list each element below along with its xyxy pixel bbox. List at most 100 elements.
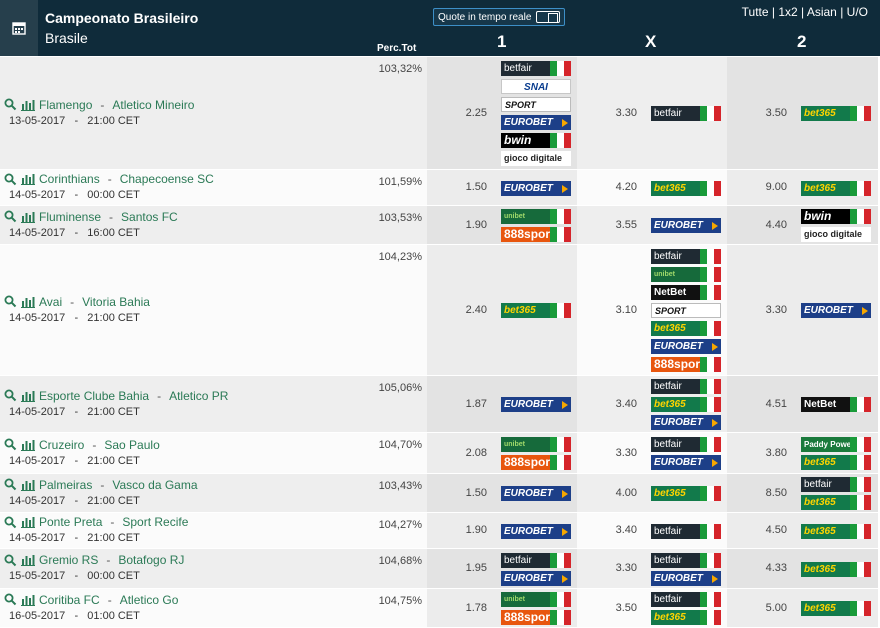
bookmaker-logo[interactable]: 888sport.it (501, 227, 571, 242)
toggle-switch-icon[interactable] (536, 11, 561, 23)
bookmaker-logo[interactable]: SPORT (501, 97, 571, 112)
bookmaker-logo[interactable]: betfair (651, 552, 721, 568)
bookmaker-logo[interactable]: bet365 (651, 486, 721, 501)
bookmaker-logo[interactable]: bet365 (651, 321, 721, 336)
search-icon[interactable] (4, 554, 17, 567)
bookmaker-logo[interactable]: betfair (651, 379, 721, 394)
odds-value[interactable]: 1.90 (447, 219, 487, 231)
bookmaker-logo[interactable]: EUROBET (651, 570, 721, 586)
bookmaker-logo[interactable]: EUROBET (501, 570, 571, 586)
bookmaker-logo[interactable]: bwin (501, 133, 571, 148)
stats-chart-icon[interactable] (21, 594, 35, 606)
home-team-link[interactable]: Fluminense (39, 210, 101, 224)
stats-chart-icon[interactable] (21, 211, 35, 223)
bookmaker-logo[interactable]: NetBet (651, 285, 721, 300)
bookmaker-logo[interactable]: EUROBET (501, 397, 571, 412)
bookmaker-logo[interactable]: bet365 (801, 601, 871, 616)
odds-home-cell[interactable]: 1.95 betfair EUROBET (427, 549, 577, 588)
search-icon[interactable] (4, 98, 17, 111)
search-icon[interactable] (4, 516, 17, 529)
odds-value[interactable]: 3.55 (597, 219, 637, 231)
bookmaker-logo[interactable]: 888sport.it (651, 357, 721, 372)
stats-chart-icon[interactable] (21, 390, 35, 402)
odds-value[interactable]: 2.40 (447, 304, 487, 316)
home-team-link[interactable]: Palmeiras (39, 478, 92, 492)
market-link[interactable]: Tutte (742, 5, 769, 19)
bookmaker-logo[interactable]: EUROBET (501, 523, 571, 539)
bookmaker-logo[interactable]: bet365 (801, 523, 871, 539)
stats-chart-icon[interactable] (21, 296, 35, 308)
odds-value[interactable]: 4.51 (747, 398, 787, 410)
bookmaker-logo[interactable]: NetBet (801, 397, 871, 412)
odds-away-cell[interactable]: 4.50 bet365 (727, 513, 878, 548)
bookmaker-logo[interactable]: betfair (501, 552, 571, 568)
away-team-link[interactable]: Santos FC (121, 210, 178, 224)
home-team-link[interactable]: Gremio RS (39, 553, 98, 567)
bookmaker-logo[interactable]: bet365 (801, 495, 871, 510)
odds-value[interactable]: 1.78 (447, 602, 487, 614)
away-team-link[interactable]: Atletico Mineiro (112, 98, 194, 112)
search-icon[interactable] (4, 438, 17, 451)
stats-chart-icon[interactable] (21, 479, 35, 491)
odds-draw-cell[interactable]: 3.40 betfair bet365 EUROBET (577, 376, 727, 432)
odds-value[interactable]: 2.25 (447, 107, 487, 119)
odds-draw-cell[interactable]: 3.30 betfair EUROBET (577, 549, 727, 588)
odds-value[interactable]: 3.80 (747, 447, 787, 459)
odds-draw-cell[interactable]: 3.30 betfair (577, 57, 727, 169)
bookmaker-logo[interactable]: bwin (801, 209, 871, 224)
bookmaker-logo[interactable]: betfair (651, 523, 721, 539)
calendar-icon[interactable] (0, 0, 38, 56)
bookmaker-logo[interactable]: EUROBET (501, 180, 571, 196)
odds-value[interactable]: 4.33 (747, 562, 787, 574)
home-team-link[interactable]: Ponte Preta (39, 515, 102, 529)
odds-home-cell[interactable]: 1.50 EUROBET (427, 474, 577, 512)
bookmaker-logo[interactable]: gioco digitale (501, 151, 571, 166)
home-team-link[interactable]: Esporte Clube Bahia (39, 389, 149, 403)
bookmaker-logo[interactable]: Paddy Power (801, 437, 871, 452)
bookmaker-logo[interactable]: bet365 (651, 610, 721, 625)
away-team-link[interactable]: Atletico PR (169, 389, 228, 403)
bookmaker-logo[interactable]: betfair (651, 437, 721, 452)
odds-value[interactable]: 4.20 (597, 181, 637, 193)
odds-value[interactable]: 3.10 (597, 304, 637, 316)
odds-away-cell[interactable]: 3.30 EUROBET (727, 245, 878, 375)
stats-chart-icon[interactable] (21, 439, 35, 451)
odds-value[interactable]: 3.30 (597, 562, 637, 574)
odds-value[interactable]: 5.00 (747, 602, 787, 614)
market-link[interactable]: Asian (807, 5, 837, 19)
search-icon[interactable] (4, 478, 17, 491)
away-team-link[interactable]: Sport Recife (122, 515, 188, 529)
odds-value[interactable]: 1.90 (447, 524, 487, 536)
home-team-link[interactable]: Corinthians (39, 172, 100, 186)
odds-home-cell[interactable]: 1.50 EUROBET (427, 170, 577, 205)
odds-draw-cell[interactable]: 3.10 betfair unibet NetBet SPORT bet365 EUROBE… (577, 245, 727, 375)
bookmaker-logo[interactable]: betfair (651, 249, 721, 264)
bookmaker-logo[interactable]: EUROBET (651, 339, 721, 354)
odds-away-cell[interactable]: 4.33 bet365 (727, 549, 878, 588)
away-team-link[interactable]: Chapecoense SC (120, 172, 214, 186)
stats-chart-icon[interactable] (21, 173, 35, 185)
odds-value[interactable]: 4.40 (747, 219, 787, 231)
odds-home-cell[interactable]: 1.90 unibet 888sport.it (427, 206, 577, 244)
odds-value[interactable]: 1.50 (447, 487, 487, 499)
bookmaker-logo[interactable]: EUROBET (651, 218, 721, 233)
bookmaker-logo[interactable]: betfair (801, 477, 871, 492)
away-team-link[interactable]: Vasco da Gama (112, 478, 197, 492)
bookmaker-logo[interactable]: gioco digitale (801, 227, 871, 242)
odds-away-cell[interactable]: 3.80 Paddy Power bet365 (727, 433, 878, 473)
odds-draw-cell[interactable]: 4.20 bet365 (577, 170, 727, 205)
bookmaker-logo[interactable]: bet365 (801, 561, 871, 577)
bookmaker-logo[interactable]: bet365 (801, 180, 871, 196)
odds-value[interactable]: 3.30 (597, 447, 637, 459)
bookmaker-logo[interactable]: betfair (651, 106, 721, 121)
search-icon[interactable] (4, 173, 17, 186)
search-icon[interactable] (4, 210, 17, 223)
odds-away-cell[interactable]: 9.00 bet365 (727, 170, 878, 205)
odds-value[interactable]: 1.95 (447, 562, 487, 574)
odds-value[interactable]: 2.08 (447, 447, 487, 459)
bookmaker-logo[interactable]: unibet (501, 592, 571, 607)
away-team-link[interactable]: Atletico Go (120, 593, 179, 607)
market-link[interactable]: U/O (847, 5, 868, 19)
stats-chart-icon[interactable] (21, 516, 35, 528)
odds-draw-cell[interactable]: 3.40 betfair (577, 513, 727, 548)
